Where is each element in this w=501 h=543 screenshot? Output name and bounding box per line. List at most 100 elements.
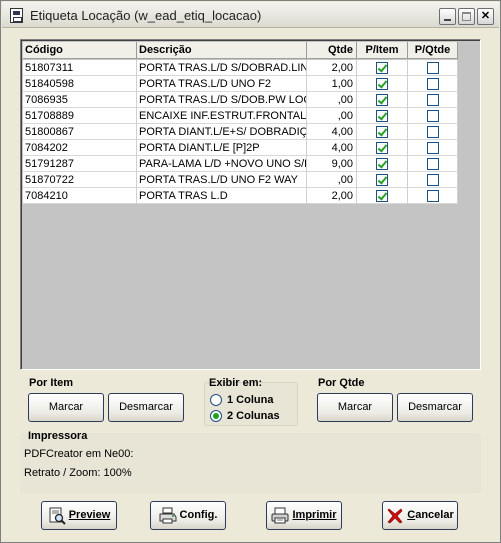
column-header-descricao[interactable]: Descrição — [137, 42, 307, 59]
minimize-button[interactable] — [439, 8, 456, 25]
p-qtde-checkbox[interactable] — [427, 62, 439, 74]
radio-2-colunas-label[interactable]: 2 Colunas — [227, 410, 280, 422]
cell-p-qtde — [408, 60, 458, 76]
p-item-checkbox[interactable] — [376, 142, 388, 154]
cell-qtde: 2,00 — [307, 188, 357, 204]
printer-config-icon — [159, 507, 177, 523]
p-qtde-checkbox[interactable] — [427, 110, 439, 122]
table-row[interactable]: 51870722 PORTA TRAS.L/D UNO F2 WAY ,00 — [23, 172, 458, 188]
radio-1-coluna-label[interactable]: 1 Coluna — [227, 394, 273, 406]
close-button[interactable]: ✕ — [477, 8, 494, 25]
table-row[interactable]: 7084202 PORTA DIANT.L/E [P]2P 4,00 — [23, 140, 458, 156]
cell-descricao: PARA-LAMA L/D +NOVO UNO S/FU — [139, 156, 307, 172]
cell-descricao: PORTA TRAS.L/D UNO F2 WAY — [137, 172, 307, 188]
cell-p-item — [357, 156, 408, 172]
p-qtde-checkbox[interactable] — [427, 190, 439, 202]
cell-descricao: PORTA TRAS.L/D S/DOBRAD.LINEA — [139, 60, 307, 76]
por-item-label: Por Item — [29, 377, 74, 389]
cell-qtde: 1,00 — [307, 76, 357, 92]
title-bar[interactable]: Etiqueta Locação (w_ead_etiq_locacao) ✕ — [2, 2, 499, 28]
cell-p-qtde — [408, 108, 458, 124]
items-grid[interactable]: Código Descrição Qtde P/Item P/Qtde 5180… — [20, 39, 481, 370]
cell-codigo: 51870722 — [23, 172, 137, 188]
impressora-label: Impressora — [28, 430, 88, 442]
app-icon — [10, 8, 23, 23]
cell-p-qtde — [408, 156, 458, 172]
minimize-icon — [444, 19, 451, 21]
p-item-checkbox[interactable] — [376, 126, 388, 138]
grid-header: Código Descrição Qtde P/Item P/Qtde — [23, 42, 458, 59]
p-item-checkbox[interactable] — [376, 110, 388, 122]
imprimir-label: Imprimir — [292, 509, 337, 521]
cell-descricao: ENCAIXE INF.ESTRUT.FRONTAL — [139, 108, 307, 124]
cell-qtde: ,00 — [307, 92, 357, 108]
cell-codigo: 7084202 — [23, 140, 137, 156]
p-qtde-checkbox[interactable] — [427, 142, 439, 154]
p-qtde-checkbox[interactable] — [427, 126, 439, 138]
p-item-checkbox[interactable] — [376, 62, 388, 74]
por-item-marcar-button[interactable]: Marcar — [28, 393, 104, 422]
table-row[interactable]: 51807311 PORTA TRAS.L/D S/DOBRAD.LINEA 2,0… — [23, 60, 458, 76]
cancelar-button[interactable]: Cancelar — [382, 501, 458, 530]
imprimir-button[interactable]: Imprimir — [266, 501, 342, 530]
cancelar-label: Cancelar — [407, 509, 454, 521]
column-header-p-qtde[interactable]: P/Qtde — [408, 42, 458, 59]
cell-qtde: 9,00 — [307, 156, 357, 172]
table-row[interactable]: 7084210 PORTA TRAS L.D 2,00 — [23, 188, 458, 204]
p-qtde-checkbox[interactable] — [427, 94, 439, 106]
cell-p-item — [357, 60, 408, 76]
cell-qtde: 2,00 — [307, 60, 357, 76]
p-item-checkbox[interactable] — [376, 94, 388, 106]
p-item-checkbox[interactable] — [376, 190, 388, 202]
maximize-button[interactable] — [458, 8, 475, 25]
preview-button[interactable]: Preview — [41, 501, 117, 530]
cell-descricao: PORTA TRAS.L/D UNO F2 — [137, 76, 307, 92]
cell-codigo: 7084210 — [23, 188, 137, 204]
radio-2-colunas[interactable] — [210, 410, 222, 422]
cell-p-qtde — [408, 188, 458, 204]
cell-codigo: 51800867 — [23, 124, 137, 140]
table-row[interactable]: 51800867 PORTA DIANT.L/E+S/ DOBRADIÇA 4,00 — [23, 124, 458, 140]
table-row[interactable]: 51708889 ENCAIXE INF.ESTRUT.FRONTAL ,00 — [23, 108, 458, 124]
por-item-desmarcar-button[interactable]: Desmarcar — [108, 393, 184, 422]
p-qtde-checkbox[interactable] — [427, 78, 439, 90]
table-row[interactable]: 7086935 PORTA TRAS.L/D S/DOB.PW LOCK ,00 — [23, 92, 458, 108]
table-row[interactable]: 51840598 PORTA TRAS.L/D UNO F2 1,00 — [23, 76, 458, 92]
cell-p-qtde — [408, 92, 458, 108]
por-qtde-label: Por Qtde — [318, 377, 365, 389]
cell-qtde: 4,00 — [307, 124, 357, 140]
config-label: Config. — [179, 509, 218, 521]
window-title: Etiqueta Locação (w_ead_etiq_locacao) — [30, 8, 262, 23]
p-qtde-checkbox[interactable] — [427, 174, 439, 186]
impressora-group — [20, 433, 481, 493]
cell-descricao: PORTA DIANT.L/E+S/ DOBRADIÇA — [139, 124, 307, 140]
table-row[interactable]: 51791287 PARA-LAMA L/D +NOVO UNO S/FU 9,00 — [23, 156, 458, 172]
cell-qtde: ,00 — [307, 172, 357, 188]
column-header-codigo[interactable]: Código — [23, 42, 137, 59]
column-header-p-item[interactable]: P/Item — [357, 42, 408, 59]
column-header-qtde[interactable]: Qtde — [307, 42, 357, 59]
p-qtde-checkbox[interactable] — [427, 158, 439, 170]
printer-icon — [271, 507, 289, 523]
cell-codigo: 51708889 — [23, 108, 137, 124]
cell-descricao: PORTA DIANT.L/E [P]2P — [137, 140, 307, 156]
p-item-checkbox[interactable] — [376, 174, 388, 186]
cell-p-item — [357, 124, 408, 140]
p-item-checkbox[interactable] — [376, 158, 388, 170]
por-qtde-marcar-button[interactable]: Marcar — [317, 393, 393, 422]
radio-1-coluna[interactable] — [210, 394, 222, 406]
preview-icon — [49, 507, 66, 525]
cell-p-item — [357, 172, 408, 188]
por-qtde-desmarcar-button[interactable]: Desmarcar — [397, 393, 473, 422]
config-button[interactable]: Config. — [150, 501, 226, 530]
printer-name: PDFCreator em Ne00: — [24, 448, 134, 460]
red-x-icon — [387, 508, 403, 523]
p-item-checkbox[interactable] — [376, 78, 388, 90]
por-qtde-desmarcar-label: Desmarcar — [408, 401, 462, 413]
cell-codigo: 7086935 — [23, 92, 137, 108]
cell-p-item — [357, 188, 408, 204]
printer-orientation-zoom: Retrato / Zoom: 100% — [24, 467, 132, 479]
dialog-window: Etiqueta Locação (w_ead_etiq_locacao) ✕ … — [0, 0, 501, 543]
cell-p-item — [357, 140, 408, 156]
cell-p-qtde — [408, 172, 458, 188]
